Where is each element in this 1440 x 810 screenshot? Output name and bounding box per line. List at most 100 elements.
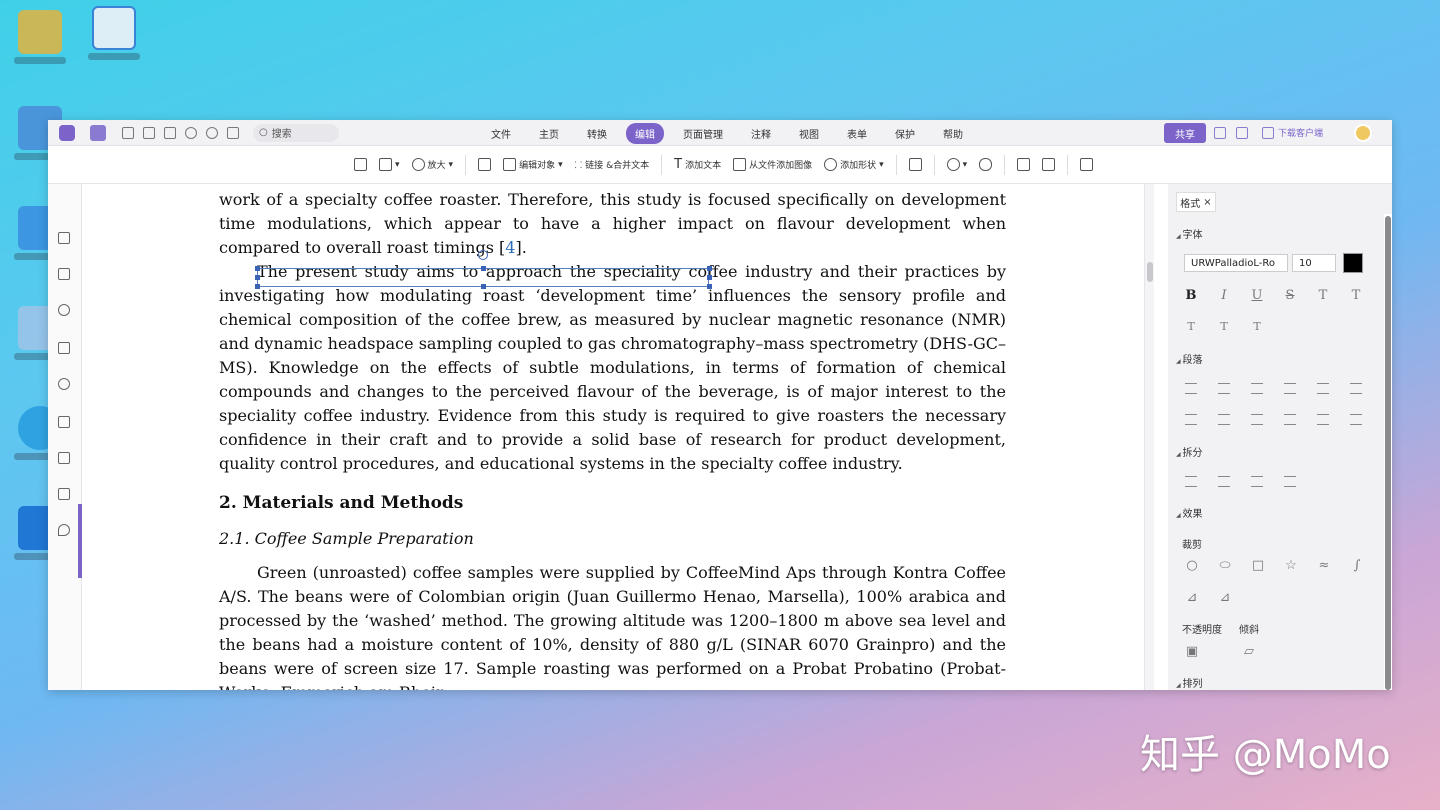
bookmark-icon[interactable] <box>58 232 70 244</box>
menu-file[interactable]: 文件 <box>482 123 520 144</box>
split-1-icon[interactable] <box>1185 476 1197 487</box>
user-avatar[interactable] <box>1354 124 1372 142</box>
crop-clear-icon[interactable]: ⊿ <box>1218 590 1232 605</box>
web-link-button[interactable]: ▾ <box>946 158 967 171</box>
paragraph-study-aims[interactable]: The present study aims to approach the s… <box>219 260 1006 476</box>
font-size-select[interactable]: 10 <box>1292 254 1336 272</box>
split-4-icon[interactable] <box>1284 476 1296 487</box>
menu-protect[interactable]: 保护 <box>886 123 924 144</box>
redo-icon[interactable] <box>206 126 218 139</box>
print-icon[interactable] <box>164 126 176 139</box>
comments-icon[interactable] <box>58 304 70 316</box>
share-button[interactable]: 共享 <box>1164 123 1206 143</box>
menu-comment[interactable]: 注释 <box>742 123 780 144</box>
app-logo-icon[interactable] <box>59 124 75 141</box>
close-icon[interactable]: × <box>1203 197 1211 208</box>
video-button[interactable] <box>1042 158 1056 171</box>
search-box[interactable]: ○ 搜索 <box>253 123 339 142</box>
font-family-select[interactable]: URWPalladioL-Ro <box>1184 254 1288 272</box>
subscript-icon[interactable]: T <box>1349 288 1363 303</box>
download-icon[interactable] <box>1262 127 1274 139</box>
underline-icon[interactable]: U <box>1250 288 1264 303</box>
layers-icon[interactable] <box>58 342 70 354</box>
document-scrollbar[interactable] <box>1144 184 1154 690</box>
text-style-1-icon[interactable]: T <box>1184 319 1198 333</box>
resize-handle[interactable] <box>255 275 260 280</box>
present-icon[interactable] <box>1236 127 1248 139</box>
crop-rect-icon[interactable]: □ <box>1251 558 1265 573</box>
numbered-list-icon[interactable] <box>1218 383 1230 394</box>
edit-object-button[interactable]: 编辑对象 ▾ <box>503 158 563 171</box>
report-icon[interactable] <box>58 488 70 500</box>
download-client-link[interactable]: 下载客户端 <box>1278 126 1323 139</box>
resize-handle[interactable] <box>255 284 260 289</box>
menu-home[interactable]: 主页 <box>530 123 568 144</box>
menu-form[interactable]: 表单 <box>838 123 876 144</box>
rotate-handle-icon[interactable] <box>478 250 488 260</box>
scrollbar-thumb[interactable] <box>1147 262 1153 282</box>
text-style-2-icon[interactable]: T <box>1217 319 1231 333</box>
format-tab[interactable]: 格式 × <box>1176 192 1216 212</box>
crop-custom-icon[interactable]: ≈ <box>1317 558 1331 573</box>
document-icon[interactable] <box>58 416 70 428</box>
crop-reset-icon[interactable]: ⊿ <box>1185 590 1199 605</box>
open-folder-icon[interactable] <box>122 126 134 139</box>
superscript-icon[interactable]: T <box>1316 288 1330 303</box>
resize-handle[interactable] <box>481 284 486 289</box>
split-2-icon[interactable] <box>1218 476 1230 487</box>
add-shape-button[interactable]: 添加形状 ▾ <box>824 158 884 171</box>
text-style-3-icon[interactable]: T <box>1250 319 1264 333</box>
ocr-button[interactable] <box>908 158 922 171</box>
edit-text-button[interactable] <box>478 158 492 171</box>
opacity-icon[interactable]: ▣ <box>1185 644 1199 659</box>
arrange-section-title[interactable]: 排列 <box>1176 675 1203 690</box>
align-left-icon[interactable] <box>1251 383 1263 394</box>
bold-icon[interactable]: B <box>1184 288 1198 303</box>
menu-convert[interactable]: 转换 <box>578 123 616 144</box>
desktop-icon-app[interactable] <box>84 0 144 60</box>
crop-ellipse-icon[interactable]: ⬭ <box>1218 558 1232 573</box>
font-color-swatch[interactable] <box>1343 253 1363 273</box>
font-section-title[interactable]: 字体 <box>1176 226 1203 241</box>
menu-help[interactable]: 帮助 <box>934 123 972 144</box>
select-tool-icon[interactable] <box>227 126 239 139</box>
resize-handle[interactable] <box>707 266 712 271</box>
bookmark-button[interactable] <box>1080 158 1094 171</box>
effects-section-title[interactable]: 效果 <box>1176 505 1203 520</box>
link-button[interactable]: ⸬ 链接 &合并文本 <box>575 158 650 171</box>
app-menu-icon[interactable] <box>90 124 106 141</box>
bullet-list-icon[interactable] <box>1185 383 1197 394</box>
line-spacing-icon[interactable] <box>1251 414 1263 425</box>
audio-button[interactable] <box>1017 158 1031 171</box>
paragraph-intro-end[interactable]: work of a specialty coffee roaster. Ther… <box>219 188 1006 260</box>
select-arrow-button[interactable]: ▾ <box>379 158 400 171</box>
paragraph-spacing-icon[interactable] <box>1284 414 1296 425</box>
split-3-icon[interactable] <box>1251 476 1263 487</box>
crop-circle-icon[interactable]: ○ <box>1185 558 1199 573</box>
add-text-button[interactable]: T 添加文本 <box>674 157 721 172</box>
attachments-icon[interactable] <box>58 378 70 390</box>
justify-icon[interactable] <box>1350 383 1362 394</box>
menu-page-manage[interactable]: 页面管理 <box>674 123 732 144</box>
document-view[interactable]: work of a specialty coffee roaster. Ther… <box>82 184 1144 690</box>
crop-freeform-icon[interactable]: ∫ <box>1350 558 1364 573</box>
save-icon[interactable] <box>143 126 155 139</box>
panel-scrollbar[interactable] <box>1384 214 1392 690</box>
resize-handle[interactable] <box>481 266 486 271</box>
citation-link[interactable]: 4 <box>505 238 515 257</box>
resize-handle[interactable] <box>707 275 712 280</box>
hand-tool-button[interactable] <box>354 158 367 171</box>
attach-button[interactable] <box>979 158 993 171</box>
menu-edit[interactable]: 编辑 <box>626 122 664 144</box>
panel-scrollbar-thumb[interactable] <box>1385 216 1391 690</box>
resize-handle[interactable] <box>255 266 260 271</box>
menu-view[interactable]: 视图 <box>790 123 828 144</box>
strikethrough-icon[interactable]: S <box>1283 288 1297 303</box>
export-icon[interactable] <box>1214 127 1226 139</box>
char-spacing-icon[interactable] <box>1317 414 1329 425</box>
paragraph-sample-prep[interactable]: Green (unroasted) coffee samples were su… <box>219 561 1006 690</box>
paragraph-section-title[interactable]: 段落 <box>1176 351 1203 366</box>
resize-handle[interactable] <box>707 284 712 289</box>
align-right-icon[interactable] <box>1317 383 1329 394</box>
align-center-icon[interactable] <box>1284 383 1296 394</box>
